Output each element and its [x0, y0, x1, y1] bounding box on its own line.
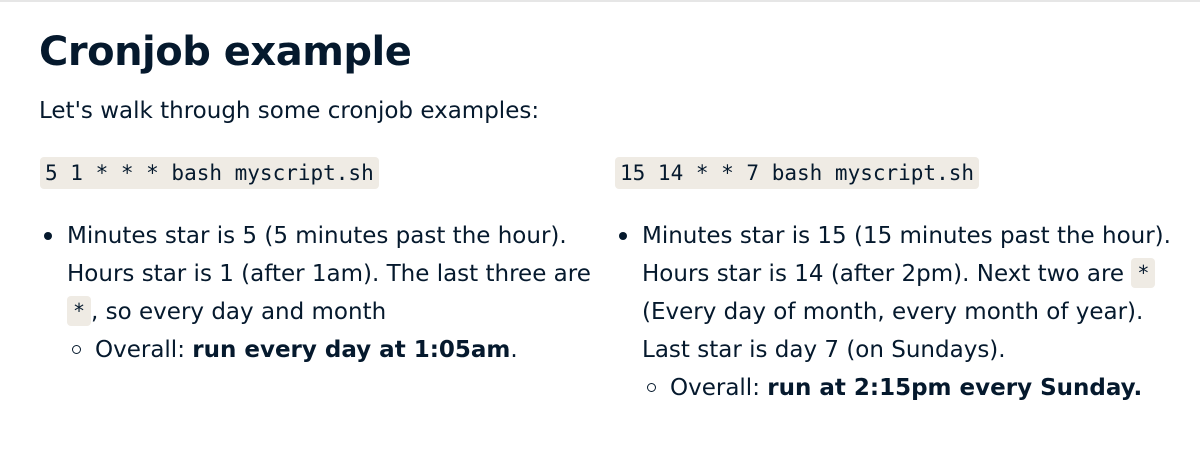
bullet-dot-icon	[44, 232, 52, 240]
example-2-bullet-list: Minutes star is 15 (15 minutes past the …	[615, 217, 1180, 407]
example-2-explanation-end: (Every day of month, every month of year…	[642, 299, 1144, 363]
example-2-overall-label: Overall:	[670, 375, 760, 401]
example-1-cron-code: 5 1 * * * bash myscript.sh	[40, 157, 379, 189]
example-1-overall-value: run every day at 1:05am	[192, 337, 511, 363]
example-1-bullet: Minutes star is 5 (5 minutes past the ho…	[40, 217, 600, 369]
top-border	[0, 0, 1200, 2]
example-2-sub-list: Overall: run at 2:15pm every Sunday.	[642, 369, 1180, 407]
example-2-bullet: Minutes star is 15 (15 minutes past the …	[615, 217, 1180, 407]
example-1-explanation: Minutes star is 5 (5 minutes past the ho…	[67, 223, 591, 287]
intro-text: Let's walk through some cronjob examples…	[39, 98, 540, 124]
bullet-dot-icon	[619, 232, 627, 240]
example-2-overall-value: run at 2:15pm every Sunday.	[767, 375, 1143, 401]
example-2-overall: Overall: run at 2:15pm every Sunday.	[642, 369, 1180, 407]
example-2-explanation: Minutes star is 15 (15 minutes past the …	[642, 223, 1171, 287]
example-1-column: 5 1 * * * bash myscript.sh Minutes star …	[40, 157, 600, 369]
example-2-column: 15 14 * * 7 bash myscript.sh Minutes sta…	[615, 157, 1180, 407]
sub-bullet-circle-icon	[647, 383, 656, 392]
example-1-inline-code: *	[67, 296, 92, 326]
example-1-overall-label: Overall:	[95, 337, 185, 363]
sub-bullet-circle-icon	[72, 345, 81, 354]
example-2-cron-code: 15 14 * * 7 bash myscript.sh	[615, 157, 980, 189]
example-1-overall: Overall: run every day at 1:05am.	[67, 331, 600, 369]
example-1-overall-tail: .	[510, 337, 518, 363]
example-1-sub-list: Overall: run every day at 1:05am.	[67, 331, 600, 369]
example-1-explanation-end: , so every day and month	[91, 299, 387, 325]
example-1-bullet-list: Minutes star is 5 (5 minutes past the ho…	[40, 217, 600, 369]
example-2-inline-code: *	[1131, 258, 1156, 288]
page-title: Cronjob example	[39, 29, 412, 75]
